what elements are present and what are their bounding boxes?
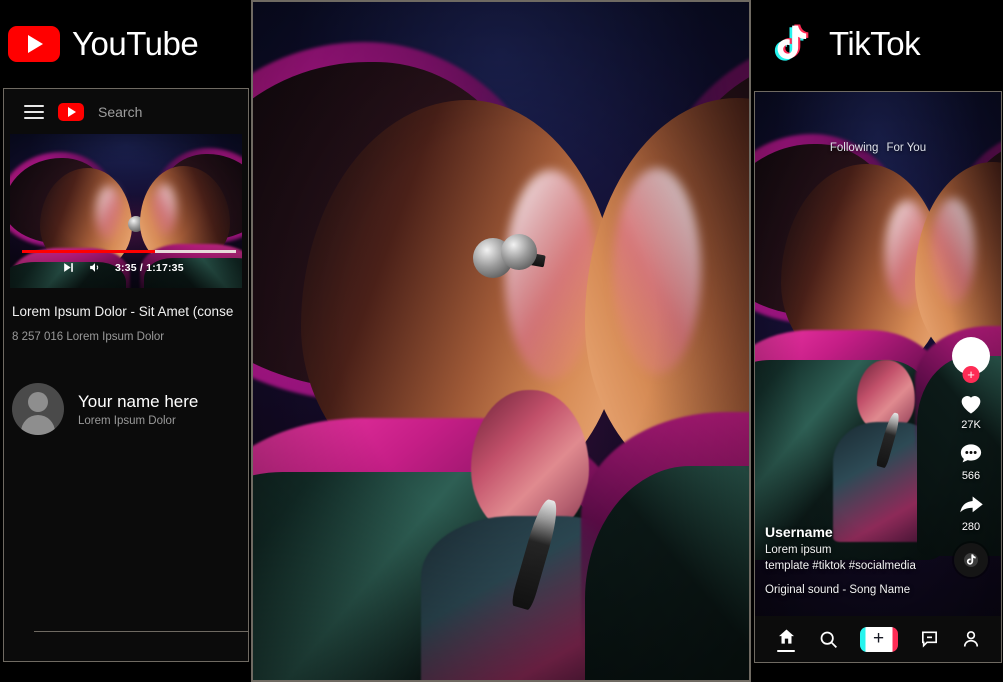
heart-icon[interactable] bbox=[956, 389, 986, 417]
youtube-play-icon-small[interactable] bbox=[58, 102, 84, 121]
tiktok-caption-block: Username Lorem ipsum template #tiktok #s… bbox=[765, 524, 950, 596]
nav-home[interactable] bbox=[776, 627, 797, 652]
plus-icon[interactable]: + bbox=[962, 366, 980, 383]
youtube-player-controls[interactable]: 3:35 / 1:17:35 bbox=[10, 244, 242, 288]
hero-photo bbox=[253, 2, 749, 680]
video-view-count: 8 257 016 Lorem Ipsum Dolor bbox=[12, 331, 165, 343]
tiktok-feed-tabs[interactable]: Following For You bbox=[755, 142, 1001, 154]
tiktok-bottom-nav[interactable]: + bbox=[755, 616, 1001, 662]
tiktok-brand-bar: TikTok bbox=[751, 0, 1003, 88]
youtube-play-icon bbox=[8, 26, 60, 62]
tiktok-brand-name: TikTok bbox=[829, 25, 921, 62]
section-divider bbox=[34, 631, 248, 632]
nav-inbox[interactable] bbox=[919, 629, 940, 649]
tiktok-app-frame: Following For You + 27K 566 280 Username… bbox=[754, 91, 1002, 663]
nav-discover[interactable] bbox=[818, 629, 839, 650]
channel-row[interactable]: Your name here Lorem Ipsum Dolor bbox=[12, 383, 248, 435]
person-icon[interactable] bbox=[961, 629, 981, 649]
video-timestamp: 3:35 / 1:17:35 bbox=[115, 261, 184, 274]
nav-active-indicator bbox=[777, 649, 795, 652]
user-avatar-icon[interactable] bbox=[12, 383, 64, 435]
video-title[interactable]: Lorem Ipsum Dolor - Sit Amet (conse bbox=[12, 304, 248, 319]
caption-line-1: Lorem ipsum bbox=[765, 544, 832, 556]
comment-button[interactable]: 566 bbox=[957, 441, 985, 482]
create-plus-label: + bbox=[872, 627, 885, 649]
like-button[interactable]: 27K bbox=[956, 389, 986, 431]
follow-button[interactable]: + bbox=[952, 337, 990, 385]
caption-line-2: template #tiktok #socialmedia bbox=[765, 560, 916, 572]
hamburger-menu-icon[interactable] bbox=[24, 104, 44, 119]
comment-count: 566 bbox=[961, 470, 981, 482]
search-input[interactable]: Search bbox=[98, 104, 142, 120]
home-icon[interactable] bbox=[776, 627, 797, 647]
volume-icon[interactable] bbox=[88, 261, 102, 274]
tab-following[interactable]: Following bbox=[830, 142, 879, 154]
performer-right bbox=[465, 36, 749, 680]
skip-next-icon[interactable] bbox=[62, 261, 75, 274]
channel-subtitle: Lorem Ipsum Dolor bbox=[78, 414, 176, 427]
hero-image bbox=[251, 0, 751, 682]
tab-for-you[interactable]: For You bbox=[886, 142, 926, 154]
search-icon[interactable] bbox=[818, 629, 839, 650]
music-disc-icon[interactable] bbox=[954, 543, 988, 577]
like-count: 27K bbox=[961, 419, 981, 431]
comment-icon[interactable] bbox=[957, 441, 985, 468]
youtube-panel: YouTube Search 3:35 / 1:17:35 Lorem Ipsu… bbox=[0, 0, 251, 682]
tiktok-action-rail: + 27K 566 280 bbox=[949, 337, 993, 577]
share-arrow-icon[interactable] bbox=[957, 492, 986, 519]
youtube-top-bar: Search bbox=[4, 89, 248, 134]
nav-create[interactable]: + bbox=[859, 626, 898, 652]
plus-icon[interactable]: + bbox=[859, 626, 898, 652]
video-progress-bar[interactable] bbox=[22, 250, 236, 253]
video-progress-fill bbox=[22, 250, 155, 253]
social-media-mockup-stage: YouTube Search 3:35 / 1:17:35 Lorem Ipsu… bbox=[0, 0, 1003, 682]
nav-profile[interactable] bbox=[961, 629, 981, 649]
channel-name[interactable]: Your name here bbox=[78, 392, 198, 412]
tiktok-panel: TikTok Following For You + 27K 566 280 U… bbox=[751, 0, 1003, 682]
share-button[interactable]: 280 bbox=[957, 492, 986, 533]
tiktok-username[interactable]: Username bbox=[765, 524, 950, 540]
youtube-brand-bar: YouTube bbox=[0, 0, 251, 88]
share-count: 280 bbox=[961, 521, 981, 533]
youtube-brand-name: YouTube bbox=[72, 25, 199, 62]
youtube-app-frame: Search 3:35 / 1:17:35 Lorem Ipsum Dolor … bbox=[3, 88, 249, 662]
youtube-video-player[interactable]: 3:35 / 1:17:35 bbox=[10, 134, 242, 288]
sound-label[interactable]: Original sound - Song Name bbox=[765, 584, 950, 596]
microphone-right-icon bbox=[501, 234, 537, 270]
inbox-message-icon[interactable] bbox=[919, 629, 940, 649]
tiktok-note-icon bbox=[765, 18, 817, 70]
